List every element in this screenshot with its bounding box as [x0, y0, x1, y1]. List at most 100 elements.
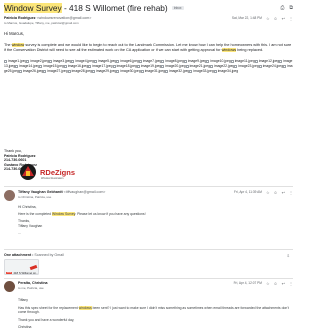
sender-address: <windowsrenovation@gmail.com>	[36, 16, 92, 20]
broken-image-placeholder[interactable]: image21.jpeg	[185, 64, 210, 68]
message-meta: Fri, Apr 4, 12:07 PM ☆ ☺ ↩ ⋮	[234, 281, 293, 290]
broken-image-placeholder[interactable]: image2.jpeg	[26, 59, 49, 63]
image-filename: image31.jpeg	[144, 69, 166, 74]
scan-status[interactable]: • Scanned by Gmail	[31, 253, 64, 257]
broken-image-placeholder[interactable]: image17.jpeg	[88, 64, 113, 68]
print-icon[interactable]: ⎙	[280, 5, 284, 11]
reply-icon[interactable]: ↩	[282, 190, 285, 195]
image-filename: image19.jpeg	[140, 64, 162, 69]
broken-image-placeholder[interactable]: image30.jpeg	[116, 69, 141, 73]
recipients-line[interactable]: to Christina, Patricia, use	[18, 195, 105, 199]
broken-image-placeholder[interactable]: image22.jpeg	[210, 64, 234, 68]
recipients-line[interactable]: to Marcus, Guadalupe, Tiffany, me, patri…	[4, 21, 91, 25]
emoji-icon[interactable]: ☺	[274, 190, 278, 195]
image-filename: image2.jpeg	[30, 59, 49, 63]
emoji-icon[interactable]: ☺	[274, 16, 278, 21]
broken-image-placeholder[interactable]: image10.jpeg	[206, 59, 231, 63]
greeting: Hi Christina,	[18, 205, 37, 209]
sender-address: <tiffvaughan@gmail.com>	[63, 190, 106, 194]
broken-image-icon	[140, 70, 144, 74]
broken-image-placeholder[interactable]: image18.jpeg	[112, 64, 137, 68]
sender-line[interactable]: Patricia Rodriguez <windowsrenovation@gm…	[4, 16, 91, 20]
emoji-icon[interactable]: ☺	[274, 281, 278, 286]
sender-name[interactable]: Peralta, Christina	[18, 281, 48, 285]
message-divider	[4, 278, 293, 279]
logo-tagline: Window Restoration	[41, 177, 64, 180]
more-icon[interactable]: ⋮	[289, 281, 293, 286]
image-filename: image14.jpeg	[19, 64, 40, 69]
broken-image-icon	[48, 59, 52, 63]
broken-image-icon	[43, 70, 47, 74]
text-run: . Please let us know if you have any que…	[75, 212, 146, 217]
broken-image-placeholder[interactable]: image9.jpeg	[183, 59, 206, 63]
broken-image-placeholder[interactable]: image34.jpeg	[213, 69, 238, 73]
open-new-window-icon[interactable]: ⧉	[289, 5, 293, 11]
greeting: Hi Marcus,	[4, 31, 25, 36]
broken-image-icon	[165, 70, 169, 74]
broken-image-placeholder[interactable]: image19.jpeg	[136, 64, 162, 69]
image-filename: image27.jpeg	[47, 69, 68, 74]
show-trimmed-content-button[interactable]: ...	[18, 231, 288, 236]
broken-image-placeholder[interactable]: image28.jpeg	[67, 69, 92, 73]
image-filename: image8.jpeg	[165, 59, 184, 63]
image-filename: image32.jpeg	[169, 69, 190, 74]
message-date: Fri, Apr 4, 11:39 AM	[234, 190, 262, 194]
sender-line[interactable]: Tiffany Vaughan Gebhardt <tiffvaughan@gm…	[18, 190, 105, 194]
more-icon[interactable]: ⋮	[289, 190, 293, 195]
broken-image-placeholder[interactable]: image33.jpeg	[189, 69, 214, 73]
image-filename: image23.jpeg	[238, 64, 259, 69]
broken-image-placeholder[interactable]: image8.jpeg	[161, 59, 184, 63]
star-icon[interactable]: ☆	[266, 281, 270, 286]
search-highlight: windows	[78, 305, 92, 310]
pdf-icon: PDF	[6, 272, 13, 274]
recipients-line[interactable]: to me, Patricia, use	[18, 286, 48, 290]
broken-image-icon	[4, 59, 7, 63]
broken-image-placeholder[interactable]: image16.jpeg	[63, 64, 88, 68]
message-body-1: Hi Marcus, The window survey is complete…	[4, 31, 293, 53]
broken-image-icon	[63, 64, 67, 68]
broken-image-icon	[258, 64, 262, 68]
broken-image-placeholder[interactable]: image4.jpeg	[71, 59, 94, 63]
broken-image-placeholder[interactable]: image23.jpeg	[234, 64, 259, 69]
sender-name[interactable]: Patricia Rodriguez	[4, 16, 36, 20]
reply-icon[interactable]: ↩	[282, 281, 285, 286]
attachment-filename[interactable]: 418 S Willomet wi...	[13, 271, 38, 275]
broken-image-placeholder[interactable]: image20.jpeg	[161, 64, 186, 68]
broken-image-placeholder[interactable]: image6.jpeg	[116, 59, 139, 63]
broken-image-placeholder[interactable]: image7.jpeg	[138, 59, 161, 63]
image-filename: image24.jpeg	[262, 64, 284, 69]
search-highlight: window	[11, 43, 25, 47]
broken-image-placeholder[interactable]: image11.jpeg	[230, 59, 255, 63]
text-run: survey	[24, 43, 37, 47]
broken-image-placeholder[interactable]: image3.jpeg	[48, 59, 71, 63]
broken-image-placeholder[interactable]: image32.jpeg	[165, 69, 189, 73]
attachment-chip[interactable]: PDF 418 S Willomet wi...	[6, 271, 38, 275]
broken-image-placeholder[interactable]: image14.jpeg	[15, 64, 39, 68]
email-subject: Window Survey - 418 S Willomet (fire reh…	[4, 3, 168, 13]
broken-image-icon	[15, 64, 19, 68]
add-to-drive-icon[interactable]: ⇩	[287, 253, 290, 258]
avatar[interactable]	[4, 281, 15, 292]
closing-name: Christina	[18, 325, 32, 330]
broken-image-placeholder[interactable]: image29.jpeg	[91, 69, 116, 73]
message-header-1: Patricia Rodriguez <windowsrenovation@gm…	[4, 16, 293, 25]
star-icon[interactable]: ☆	[266, 16, 270, 21]
reply-icon[interactable]: ↩	[282, 16, 285, 21]
more-icon[interactable]: ⋮	[289, 16, 293, 21]
broken-image-placeholder[interactable]: image26.jpeg	[18, 69, 44, 74]
broken-image-placeholder[interactable]: image27.jpeg	[43, 69, 68, 74]
broken-image-placeholder[interactable]: image1.jpeg	[4, 59, 26, 63]
avatar[interactable]	[4, 190, 15, 201]
message-divider	[4, 186, 293, 187]
broken-image-placeholder[interactable]: image31.jpeg	[140, 69, 166, 74]
broken-image-placeholder[interactable]: image24.jpeg	[258, 64, 284, 69]
inbox-label-badge[interactable]: Inbox	[171, 6, 184, 10]
star-icon[interactable]: ☆	[266, 190, 270, 195]
sender-name[interactable]: Tiffany Vaughan Gebhardt	[18, 190, 63, 194]
broken-image-placeholder[interactable]: image12.jpeg	[254, 59, 279, 63]
image-filename: image6.jpeg	[120, 59, 139, 63]
attachment-title: One attachment • Scanned by Gmail	[4, 253, 64, 257]
broken-image-placeholder[interactable]: image15.jpeg	[39, 64, 64, 68]
image-filename: image26.jpeg	[22, 69, 44, 74]
broken-image-placeholder[interactable]: image5.jpeg	[93, 59, 116, 63]
